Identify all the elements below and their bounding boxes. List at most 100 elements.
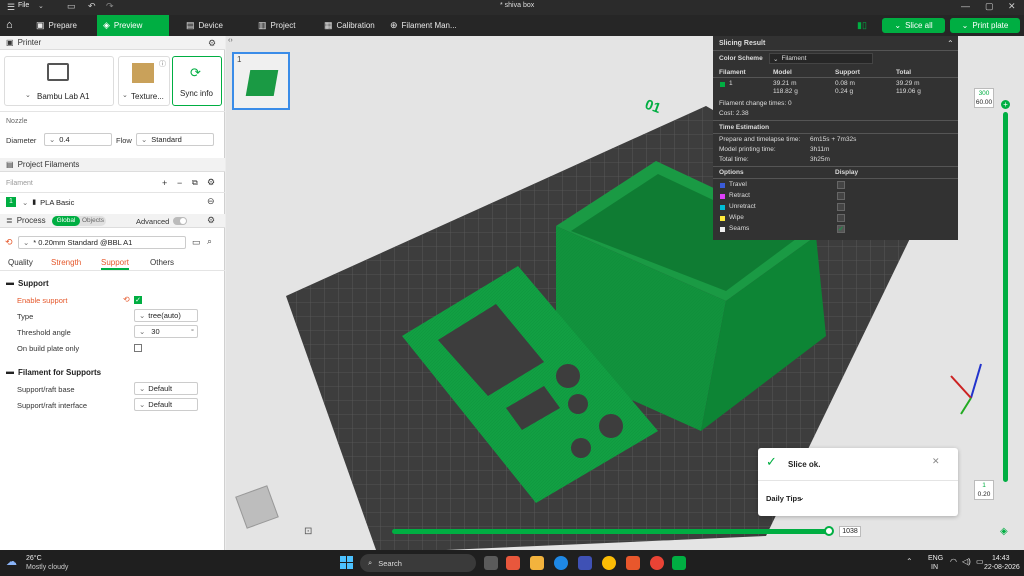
filament-sync-icon[interactable]: ⧉ xyxy=(192,178,198,188)
sync-info-button[interactable]: ⟳ Sync info xyxy=(172,56,222,106)
volume-icon[interactable]: ◁) xyxy=(962,557,971,566)
expand-icon[interactable]: ⌄ xyxy=(798,493,805,502)
wipe-display-checkbox[interactable] xyxy=(837,214,845,222)
fit-view-icon[interactable]: ⊡ xyxy=(304,526,312,537)
file-explorer-icon[interactable] xyxy=(530,556,544,570)
divider xyxy=(0,192,225,193)
layer-add-icon[interactable]: + xyxy=(1001,100,1010,109)
tab-calibration[interactable]: ▦ Calibration xyxy=(318,15,384,36)
start-button[interactable] xyxy=(340,556,354,570)
redo-icon[interactable]: ↷ xyxy=(106,1,114,12)
minimize-icon[interactable]: — xyxy=(961,1,970,11)
slice-all-button[interactable]: ⌄ Slice all xyxy=(882,18,945,33)
tab-project[interactable]: ▥ Project xyxy=(252,15,312,36)
chrome-icon[interactable] xyxy=(602,556,616,570)
process-profile-select[interactable]: ⌄ * 0.20mm Standard @BBL A1 xyxy=(18,236,186,249)
clock-date[interactable]: 22-08-2026 xyxy=(984,564,1020,571)
multi-device-icon[interactable]: ▮▯ xyxy=(857,20,867,31)
battery-icon[interactable]: ▭ xyxy=(976,557,984,566)
remove-filament-icon[interactable]: − xyxy=(177,178,182,188)
support-type-select[interactable]: ⌄ tree(auto) xyxy=(134,309,198,322)
printer-select[interactable]: ⌄ Bambu Lab A1 xyxy=(4,56,114,106)
plate-thumbnail[interactable]: 1 xyxy=(232,52,290,110)
color-scheme-select[interactable]: ⌄ Filament xyxy=(769,53,873,64)
fs-section-icon: ▬ xyxy=(6,367,14,376)
region-label[interactable]: IN xyxy=(931,564,938,571)
close-icon[interactable]: ✕ xyxy=(932,456,940,467)
tab-support[interactable]: Support xyxy=(101,258,130,270)
tab-filament-manager[interactable]: ⊕ Filament Man... xyxy=(384,15,474,36)
daily-tips-link[interactable]: Daily Tips xyxy=(766,494,801,503)
reset-icon[interactable]: ⟲ xyxy=(123,295,130,304)
process-settings-icon[interactable]: ⚙ xyxy=(207,215,215,226)
task-view-icon[interactable] xyxy=(484,556,498,570)
info-icon[interactable]: ⓘ xyxy=(159,59,166,69)
raft-base-select[interactable]: ⌄ Default xyxy=(134,382,198,395)
filament-settings-icon[interactable]: ⚙ xyxy=(207,177,215,188)
collapse-icon[interactable]: ⌃ xyxy=(947,39,954,48)
language-label[interactable]: ENG xyxy=(928,555,943,562)
chevron-down-icon: ⌄ xyxy=(23,238,30,247)
layers-toggle-icon[interactable]: ◈ xyxy=(1000,526,1008,537)
seams-display-checkbox[interactable]: ✓ xyxy=(837,225,845,233)
taskbar-search[interactable]: ⌕ Search xyxy=(360,554,476,572)
flow-select[interactable]: ⌄ Standard xyxy=(136,133,214,146)
tab-others[interactable]: Others xyxy=(150,258,174,267)
menu-icon[interactable]: ☰ xyxy=(7,2,15,13)
chrome-icon[interactable] xyxy=(650,556,664,570)
build-plate-only-checkbox[interactable] xyxy=(134,344,142,352)
home-icon[interactable]: ⌂ xyxy=(6,19,13,31)
save-profile-icon[interactable]: ▭ xyxy=(192,237,201,248)
weather-icon[interactable]: ☁ xyxy=(6,555,17,568)
undo-icon[interactable]: ↶ xyxy=(88,1,96,12)
layer-slider-track[interactable] xyxy=(1003,112,1008,482)
plate-type-select[interactable]: ⓘ ⌄ Texture... xyxy=(118,56,170,106)
advanced-toggle[interactable] xyxy=(173,217,187,225)
bambu-studio-icon[interactable] xyxy=(672,556,686,570)
filament-name: PLA Basic xyxy=(40,197,75,207)
filament-select[interactable]: ⌄ ▮ PLA Basic xyxy=(22,196,192,208)
travel-display-checkbox[interactable] xyxy=(837,181,845,189)
tab-prepare[interactable]: ▣ Prepare xyxy=(30,15,96,36)
move-slider-handle[interactable] xyxy=(824,526,834,536)
tab-quality[interactable]: Quality xyxy=(8,258,33,267)
edge-icon[interactable] xyxy=(554,556,568,570)
search-icon: ⌕ xyxy=(368,558,373,567)
filament-remove-circle-icon[interactable]: ⊖ xyxy=(207,196,215,207)
store-icon[interactable] xyxy=(578,556,592,570)
diameter-select[interactable]: ⌄ 0.4 xyxy=(44,133,112,146)
global-objects-toggle[interactable]: Global Objects xyxy=(52,216,106,226)
global-option[interactable]: Global xyxy=(52,216,80,226)
enable-support-checkbox[interactable]: ✓ xyxy=(134,296,142,304)
objects-option[interactable]: Objects xyxy=(82,217,104,224)
raft-interface-select[interactable]: ⌄ Default xyxy=(134,398,198,411)
save-icon[interactable]: ▭ xyxy=(67,1,76,12)
print-plate-button[interactable]: ⌄ Print plate xyxy=(950,18,1020,33)
search-icon[interactable]: ⌕ xyxy=(207,236,212,247)
close-icon[interactable]: ✕ xyxy=(1008,1,1016,12)
collapse-sidebar-icon[interactable]: ‹› xyxy=(228,37,233,44)
unretract-display-checkbox[interactable] xyxy=(837,203,845,211)
print-plate-label: Print plate xyxy=(972,21,1009,30)
tab-strength[interactable]: Strength xyxy=(51,258,81,267)
threshold-angle-input[interactable]: ⌄ 30 ° xyxy=(134,325,198,338)
add-filament-icon[interactable]: + xyxy=(162,178,167,188)
reset-icon[interactable]: ⟲ xyxy=(5,237,13,248)
maximize-icon[interactable]: ▢ xyxy=(985,1,994,12)
gear-icon[interactable]: ⚙ xyxy=(208,38,216,49)
app-icon[interactable] xyxy=(506,556,520,570)
tab-preview[interactable]: ◈ Preview xyxy=(97,15,169,36)
move-slider-track[interactable] xyxy=(392,529,832,534)
chevron-up-icon[interactable]: ⌃ xyxy=(906,557,913,566)
weather-desc[interactable]: Mostly cloudy xyxy=(26,564,68,571)
file-menu[interactable]: File xyxy=(18,2,29,9)
chevron-down-icon[interactable]: ⌄ xyxy=(38,2,44,10)
app-icon[interactable] xyxy=(626,556,640,570)
tab-device[interactable]: ▤ Device xyxy=(180,15,240,36)
stepper-icon[interactable]: ⌄ xyxy=(139,327,145,336)
filament-index-badge[interactable]: 1 xyxy=(6,197,16,207)
wifi-icon[interactable]: ◠ xyxy=(950,557,957,566)
weather-temp[interactable]: 26°C xyxy=(26,555,42,562)
retract-display-checkbox[interactable] xyxy=(837,192,845,200)
clock-time[interactable]: 14:43 xyxy=(992,555,1010,562)
